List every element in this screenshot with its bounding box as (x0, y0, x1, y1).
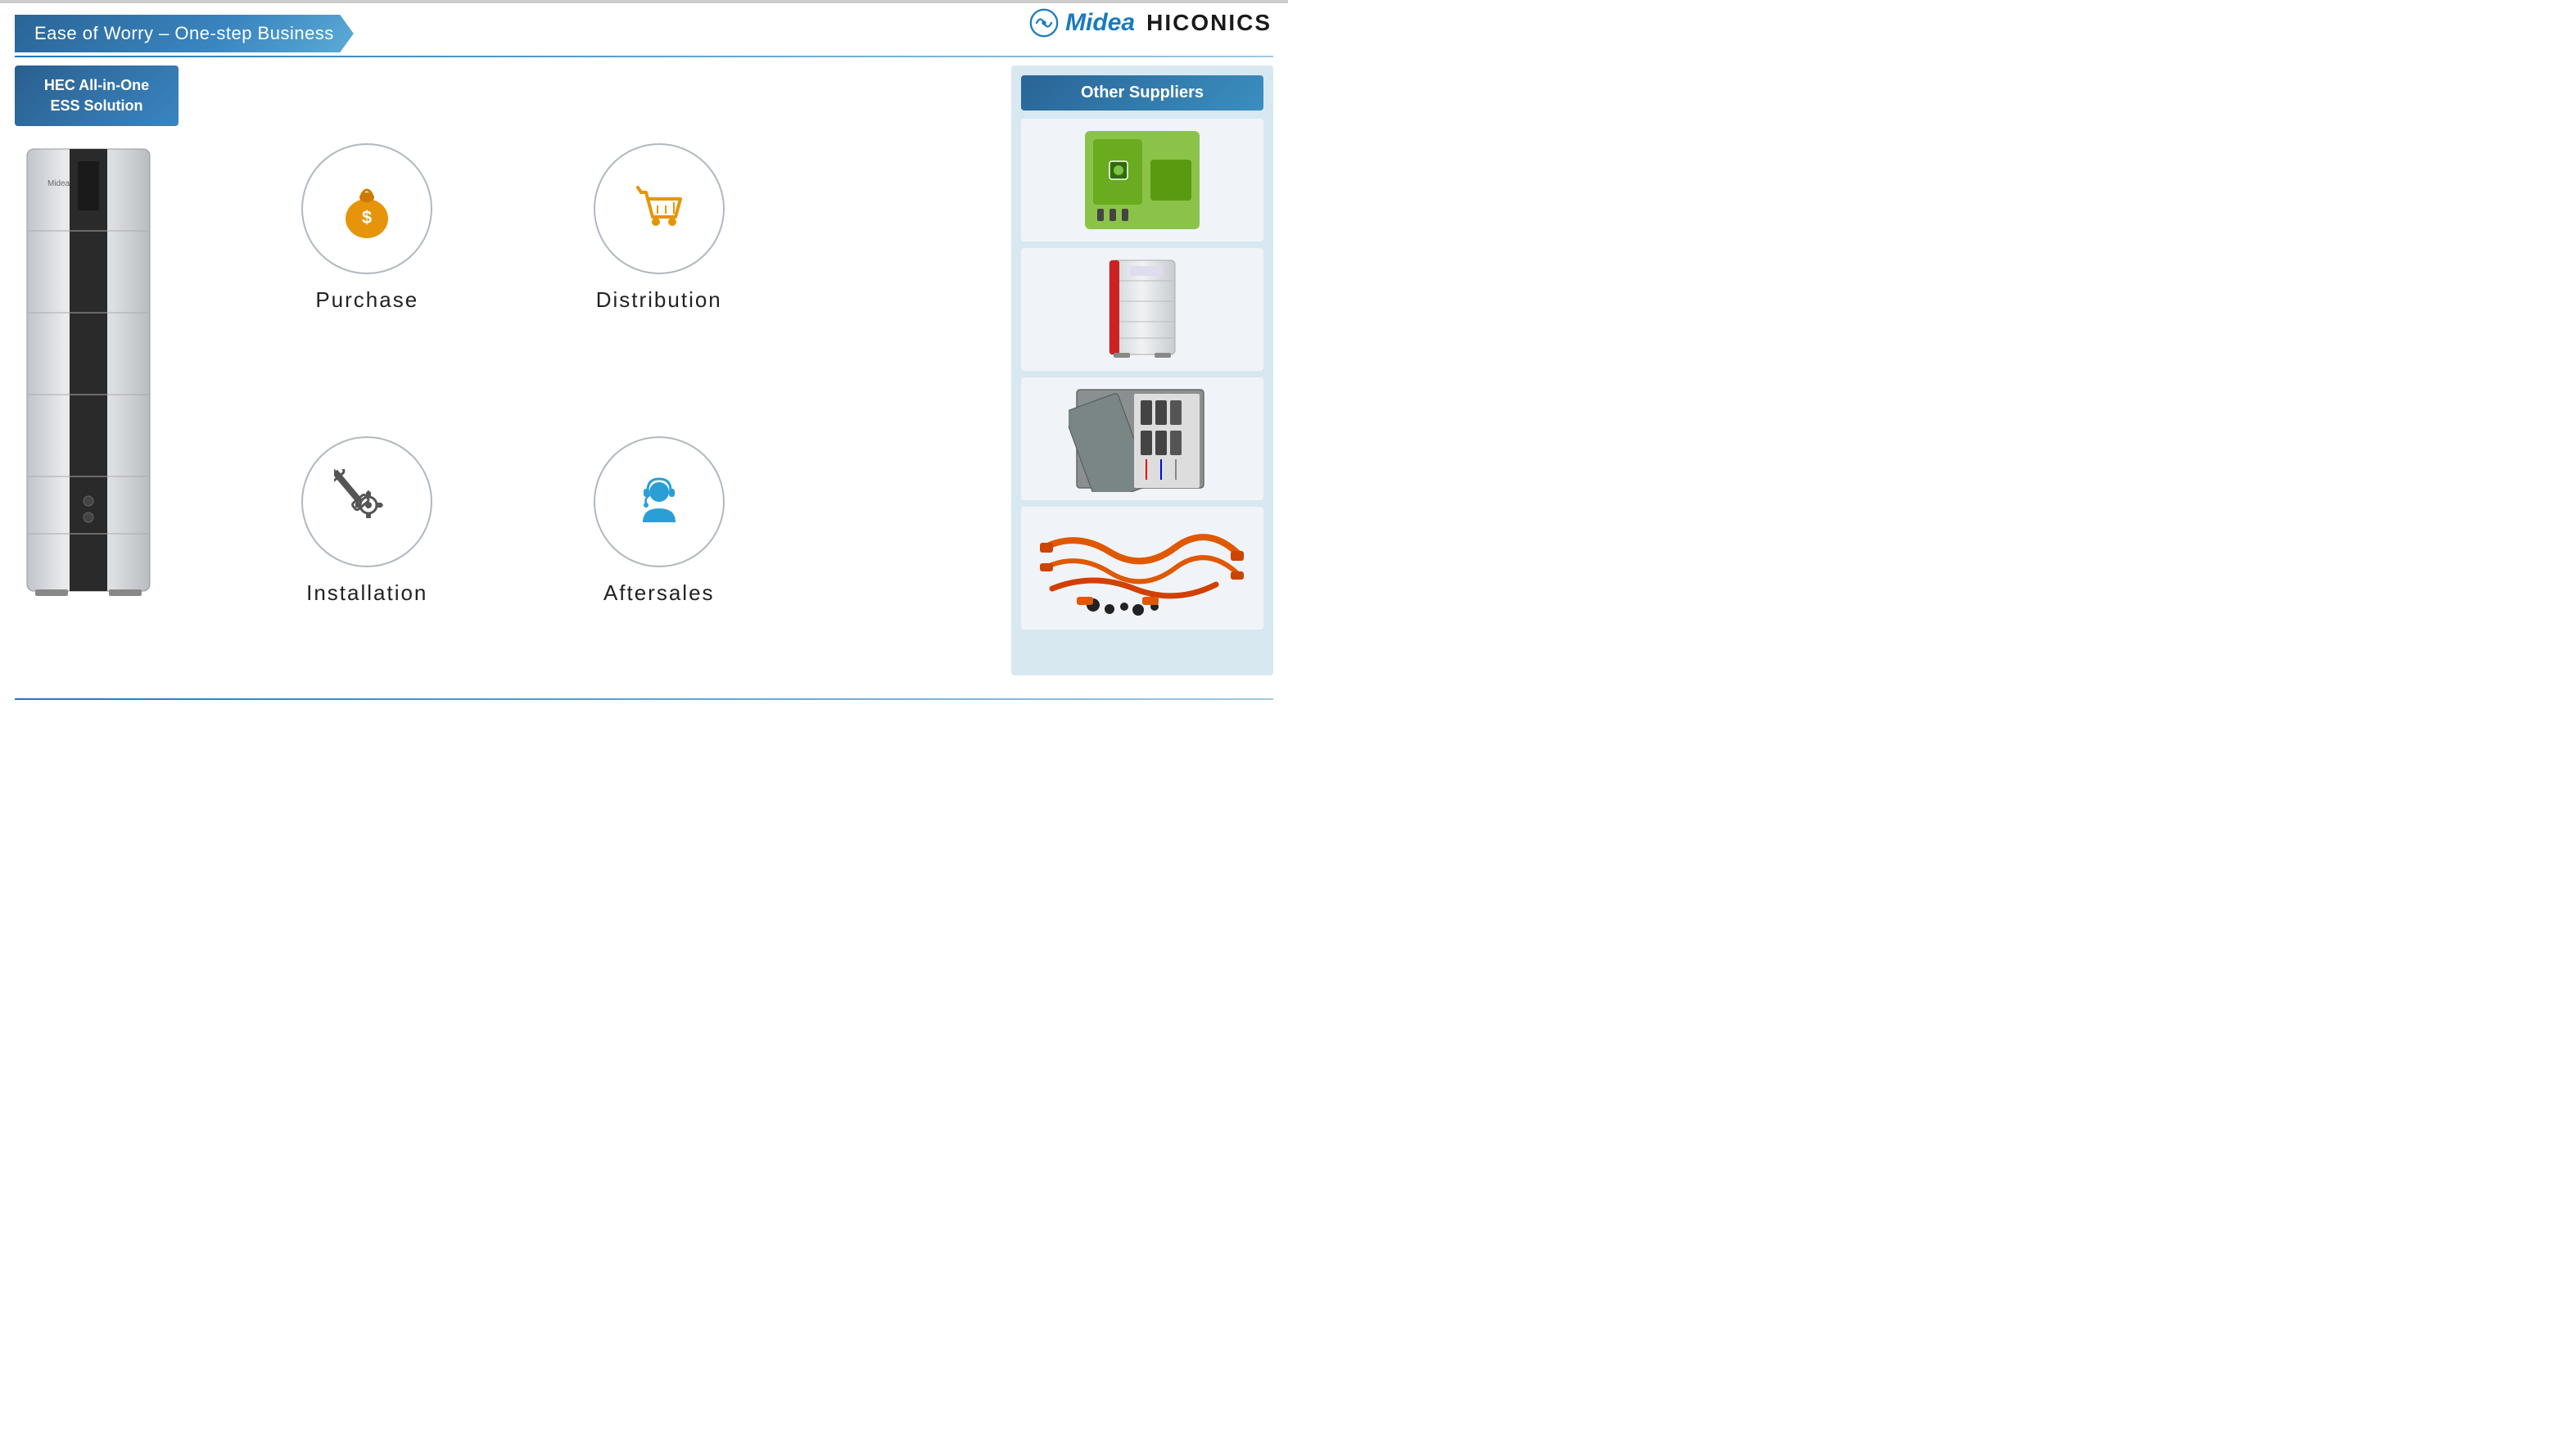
service-installation: Installation (229, 383, 505, 660)
distribution-circle (594, 143, 725, 274)
header-bar (0, 0, 1288, 3)
midea-logo-icon (1029, 8, 1059, 38)
midea-text: Midea (1065, 9, 1135, 37)
installation-label: Installation (306, 580, 427, 606)
cart-icon (626, 176, 692, 242)
ess-unit-svg: Midea (19, 141, 158, 599)
aftersales-circle (594, 436, 725, 567)
inverter-product-icon (1069, 127, 1216, 233)
service-distribution: Distribution (522, 90, 798, 367)
right-panel: Other Suppliers (1011, 65, 1273, 675)
supplier-cables (1021, 507, 1263, 630)
purchase-circle: $ (301, 143, 432, 274)
hec-label: HEC All-in-One ESS Solution (15, 65, 179, 126)
svg-text:$: $ (362, 207, 372, 228)
svg-text:Midea: Midea (47, 179, 70, 188)
wrench-gear-icon (334, 469, 400, 535)
bottom-divider (15, 698, 1273, 700)
service-aftersales: Aftersales (522, 383, 798, 660)
purchase-label: Purchase (315, 287, 418, 313)
cables-tools-icon (1028, 515, 1257, 621)
money-bag-icon: $ (334, 176, 400, 242)
distribution-label: Distribution (596, 287, 722, 313)
installation-circle (301, 436, 432, 567)
supplier-inverter (1021, 119, 1263, 242)
page-title: Ease of Worry – One-step Business (34, 23, 334, 43)
supplier-images-list (1021, 119, 1263, 630)
logo-area: Midea HICONICS (1029, 8, 1272, 38)
supplier-battery-stack (1021, 248, 1263, 371)
left-panel: HEC All-in-One ESS Solution (15, 65, 179, 607)
title-banner: Ease of Worry – One-step Business (15, 15, 354, 52)
headset-person-icon (626, 469, 692, 535)
ess-image: Midea (15, 133, 162, 607)
header-divider (15, 56, 1273, 57)
aftersales-label: Aftersales (603, 580, 715, 606)
supplier-electrical-box (1021, 377, 1263, 500)
services-grid: $ Purchase Distribut (197, 74, 829, 675)
electrical-box-icon (1069, 386, 1216, 492)
other-suppliers-title: Other Suppliers (1021, 75, 1263, 111)
battery-stack-icon (1069, 256, 1216, 363)
hiconics-text: HICONICS (1146, 10, 1272, 36)
service-purchase: $ Purchase (229, 90, 505, 367)
